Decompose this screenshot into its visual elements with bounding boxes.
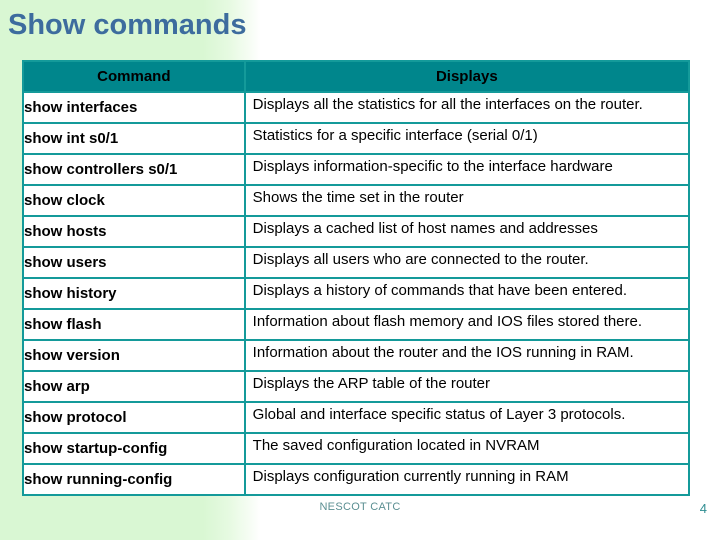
- command-cell: show protocol: [22, 401, 246, 434]
- displays-cell: Displays a cached list of host names and…: [243, 215, 691, 248]
- displays-text: Displays the ARP table of the router: [252, 375, 491, 392]
- displays-cell: Global and interface specific status of …: [243, 401, 691, 434]
- table-row: show hosts Displays a cached list of host…: [22, 215, 691, 248]
- displays-text: Displays all the statistics for all the …: [252, 96, 643, 113]
- displays-text: Global and interface specific status of …: [252, 406, 626, 423]
- command-cell: show version: [22, 339, 246, 372]
- command-cell: show interfaces: [22, 91, 246, 124]
- displays-cell: The saved configuration located in NVRAM: [243, 432, 691, 465]
- table-row: show history Displays a history of comman…: [22, 277, 691, 310]
- page-number: 4: [699, 501, 707, 516]
- table-row: show int s0/1 Statistics for a specific i…: [22, 122, 691, 155]
- table-row: show running-config Displays configuratio…: [22, 463, 691, 496]
- table-row: show startup-config The saved configurati…: [22, 432, 691, 465]
- command-cell: show users: [22, 246, 246, 279]
- displays-text: Displays a history of commands that have…: [252, 282, 628, 299]
- displays-text: Information about flash memory and IOS f…: [252, 313, 643, 330]
- displays-text: Displays configuration currently running…: [252, 468, 569, 485]
- displays-text: Displays information-specific to the int…: [252, 158, 613, 175]
- displays-text: The saved configuration located in NVRAM: [252, 437, 540, 454]
- table-header: Command Displays: [22, 60, 691, 93]
- displays-cell: Displays all the statistics for all the …: [243, 91, 691, 124]
- command-cell: show hosts: [22, 215, 246, 248]
- command-cell: show int s0/1: [22, 122, 246, 155]
- column-header-displays: Displays: [243, 60, 691, 93]
- displays-cell: Statistics for a specific interface (ser…: [243, 122, 691, 155]
- table-row: show version Information about the router…: [22, 339, 691, 372]
- show-commands-table: Command Displays show interfaces Displays…: [22, 60, 691, 496]
- displays-cell: Information about flash memory and IOS f…: [243, 308, 691, 341]
- displays-cell: Information about the router and the IOS…: [243, 339, 691, 372]
- column-header-command: Command: [22, 60, 246, 93]
- table-row: show arp Displays the ARP table of the ro…: [22, 370, 691, 403]
- slide-canvas: Show commands Command Displays show inte…: [0, 0, 720, 540]
- displays-text: Displays a cached list of host names and…: [252, 220, 598, 237]
- command-cell: show flash: [22, 308, 246, 341]
- page-title: Show commands: [8, 9, 247, 41]
- displays-cell: Shows the time set in the router: [243, 184, 691, 217]
- table-row: show users Displays all users who are con…: [22, 246, 691, 279]
- command-cell: show running-config: [22, 463, 246, 496]
- displays-text: Shows the time set in the router: [252, 189, 464, 206]
- table-body: show interfaces Displays all the statisti…: [22, 91, 691, 496]
- displays-cell: Displays a history of commands that have…: [243, 277, 691, 310]
- command-cell: show startup-config: [22, 432, 246, 465]
- table-row: show clock Shows the time set in the rout…: [22, 184, 691, 217]
- table-row: show controllers s0/1 Displays informatio…: [22, 153, 691, 186]
- command-cell: show history: [22, 277, 246, 310]
- displays-cell: Displays information-specific to the int…: [243, 153, 691, 186]
- table-header-row: Command Displays: [22, 60, 691, 93]
- command-cell: show controllers s0/1: [22, 153, 246, 186]
- command-cell: show arp: [22, 370, 246, 403]
- command-cell: show clock: [22, 184, 246, 217]
- table-row: show flash Information about flash memory…: [22, 308, 691, 341]
- displays-cell: Displays configuration currently running…: [243, 463, 691, 496]
- displays-text: Displays all users who are connected to …: [252, 251, 589, 268]
- displays-cell: Displays the ARP table of the router: [243, 370, 691, 403]
- table-row: show protocol Global and interface specif…: [22, 401, 691, 434]
- displays-text: Statistics for a specific interface (ser…: [252, 127, 538, 144]
- footer-credit: NESCOT CATC: [319, 501, 401, 513]
- displays-cell: Displays all users who are connected to …: [243, 246, 691, 279]
- displays-text: Information about the router and the IOS…: [252, 344, 634, 361]
- table-row: show interfaces Displays all the statisti…: [22, 91, 691, 124]
